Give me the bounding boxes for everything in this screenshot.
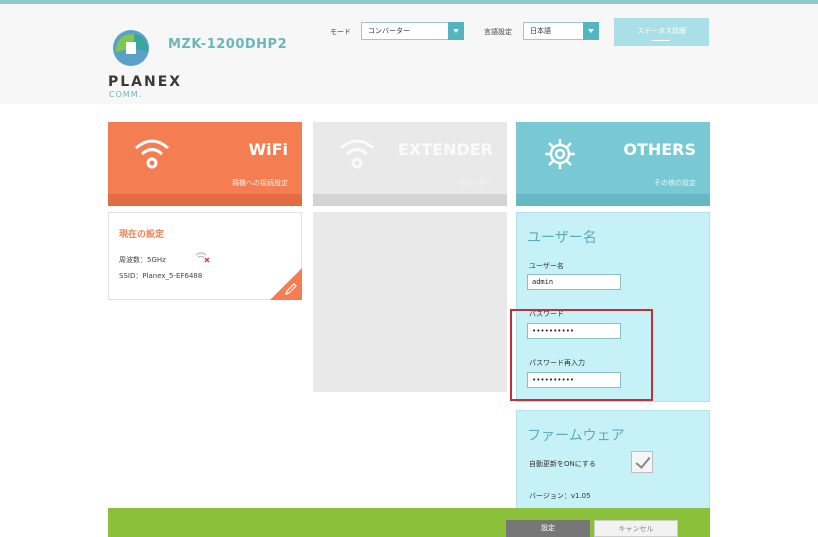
ssid-text: SSID：Planex_5-EF6488 [119, 272, 203, 280]
tab-extender-title: EXTENDER [397, 140, 493, 159]
firmware-version: バージョン：v1.05 [529, 492, 591, 500]
auto-update-checkbox[interactable] [631, 451, 653, 473]
username-input[interactable]: admin [527, 274, 621, 290]
mode-label: モード [330, 28, 351, 36]
pencil-icon [285, 283, 297, 295]
status-details-button[interactable]: ステータス詳細 [614, 18, 709, 46]
tab-extender-band [313, 194, 507, 206]
language-select-value: 日本語 [530, 27, 551, 35]
apply-button[interactable]: 設定 [506, 520, 590, 537]
tab-others[interactable]: OTHERS その他の設定 [516, 122, 710, 206]
wifi-icon [135, 139, 169, 169]
tab-wifi[interactable]: WiFi 親機への接続設定 [108, 122, 302, 206]
language-label: 言語設定 [484, 28, 512, 36]
mode-select[interactable]: コンバーター [361, 22, 464, 40]
firmware-title: ファームウェア [527, 428, 625, 444]
model-name: MZK-1200DHP2 [168, 37, 288, 52]
wifi-icon [340, 139, 374, 169]
language-select[interactable]: 日本語 [523, 22, 599, 40]
top-header: MZK-1200DHP2 PLANEX COMM. モード コンバーター 言語設… [0, 0, 818, 104]
frequency-text: 周波数：5GHz [119, 256, 166, 264]
brand-subtitle: COMM. [109, 90, 143, 99]
tab-wifi-band [108, 194, 302, 206]
gear-icon [545, 139, 575, 169]
tab-others-title: OTHERS [623, 140, 696, 159]
tab-extender-subtitle: リピーター [458, 179, 493, 187]
username-label: ユーザー名 [529, 262, 564, 270]
tab-wifi-title: WiFi [248, 140, 288, 159]
mode-select-value: コンバーター [368, 27, 410, 35]
planex-logo-icon [113, 30, 149, 66]
chevron-down-icon [448, 22, 464, 40]
cancel-button[interactable]: キャンセル [594, 520, 678, 537]
auto-update-label: 自動更新をONにする [529, 460, 596, 468]
chevron-down-icon [583, 22, 599, 40]
tab-others-subtitle: その他の設定 [654, 179, 696, 187]
current-settings-heading: 現在の設定 [119, 230, 165, 240]
wifi-disconnected-icon [195, 252, 210, 263]
user-panel-title: ユーザー名 [527, 230, 597, 246]
extender-panel [313, 212, 507, 392]
tab-wifi-subtitle: 親機への接続設定 [232, 179, 288, 187]
tab-extender[interactable]: EXTENDER リピーター [313, 122, 507, 206]
highlight-box [510, 309, 653, 401]
tab-others-band [516, 194, 710, 206]
firmware-panel: ファームウェア 自動更新をONにする バージョン：v1.05 [516, 410, 710, 514]
current-settings-card: 現在の設定 周波数：5GHz SSID：Planex_5-EF6488 [108, 212, 302, 300]
brand-name: PLANEX [108, 74, 183, 90]
